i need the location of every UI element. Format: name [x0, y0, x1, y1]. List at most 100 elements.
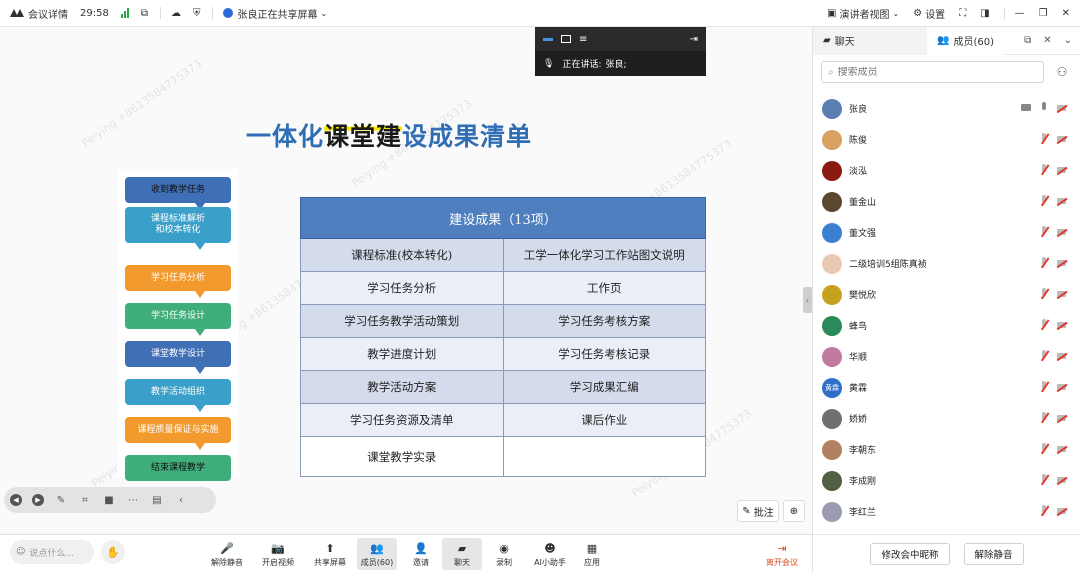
sidebar-toggle-icon[interactable]: ◨ [980, 8, 989, 19]
member-row[interactable]: 李红兰 [813, 496, 1080, 527]
member-row[interactable]: 蜂鸟 [813, 310, 1080, 341]
avatar [822, 129, 842, 150]
quick-chat-input[interactable]: ☺ 说点什么... [10, 540, 94, 564]
settings-label: 设置 [925, 10, 946, 21]
previous-icon[interactable]: ◀ [10, 494, 22, 506]
camera-off-icon [1057, 133, 1067, 145]
mic-off-icon [1039, 319, 1049, 331]
member-row[interactable]: 董文强 [813, 217, 1080, 248]
annotate-button[interactable]: ✎ 批注 [737, 500, 779, 522]
member-row[interactable]: 张良 [813, 93, 1080, 124]
tab-members[interactable]: 👥 成员(60) [927, 26, 1004, 55]
meeting-info[interactable]: 会议详情 [10, 6, 68, 21]
meeting-toolbar: ☺ 说点什么... ✋ 🎤 解除静音 📷 开启视频 ⬆ 共享屏幕 👥 成员(60) 👤 邀请 ▰ 聊天… [0, 534, 812, 572]
toolbar-label: 录制 [496, 558, 512, 567]
member-row[interactable]: 樊悦欣 [813, 279, 1080, 310]
toolbar-record-button[interactable]: ◉ 录制 [484, 538, 524, 570]
window-icon[interactable] [561, 35, 571, 43]
list-icon[interactable]: ≡ [579, 34, 587, 45]
panel-footer: 修改会中昵称 解除静音 [813, 534, 1080, 572]
member-row[interactable]: 李成刚 [813, 465, 1080, 496]
member-name: 蜂鸟 [849, 322, 868, 332]
toolbar-label: 应用 [584, 558, 600, 567]
raise-hand-button[interactable]: ✋ [101, 540, 125, 564]
restore-icon[interactable]: ❐ [1039, 8, 1048, 19]
member-row[interactable]: 娇娇 [813, 403, 1080, 434]
member-status [1039, 257, 1067, 269]
chat-icon: ▰ [457, 541, 467, 555]
settings-button[interactable]: ⚙ 设置 [913, 6, 945, 21]
presenter-view-button[interactable]: ▣ 演讲者视图 ⌄ [827, 6, 899, 21]
network-signal-icon[interactable] [120, 8, 129, 18]
next-icon[interactable]: ▶ [32, 494, 44, 506]
member-row[interactable]: 董金山 [813, 186, 1080, 217]
add-person-icon[interactable]: ⚇ [1053, 63, 1071, 81]
toolbar-leave-button[interactable]: ⇥ 离开会议 [762, 538, 802, 570]
toolbar-apps-button[interactable]: ▦ 应用 [572, 538, 612, 570]
close-icon[interactable]: ✕ [1043, 35, 1051, 46]
external-link-icon[interactable]: ⧉ [141, 8, 148, 19]
zoom-button[interactable]: ⊕ [783, 500, 805, 522]
video-icon[interactable]: ■ [102, 493, 116, 507]
share-screen-icon: ⬆ [325, 541, 335, 555]
speaking-name: 张良; [605, 60, 627, 70]
chevron-down-icon[interactable]: ⌄ [1064, 35, 1072, 46]
mic-icon: 🎙 [543, 58, 555, 69]
more-icon[interactable]: ⋯ [126, 493, 140, 507]
toolbar-chat-button[interactable]: ▰ 聊天 [442, 538, 482, 570]
shield-icon[interactable]: ⛨ [193, 8, 201, 19]
camera-off-icon [1057, 505, 1067, 517]
slide-title: 一体化课堂建设成果清单 [246, 117, 532, 153]
member-row[interactable]: 黄霖 黄霖 [813, 372, 1080, 403]
member-row[interactable]: 二级培训5组陈真祯 [813, 248, 1080, 279]
toolbar-camera-off-button[interactable]: 📷 开启视频 [258, 538, 298, 570]
member-status [1039, 381, 1067, 393]
flow-diagram: 收到教学任务 课程标准解析 和校本转化 学习任务分析 学习任务设计 课堂教学设计 教学活动… [117, 169, 239, 481]
cloud-icon[interactable]: ☁ [171, 8, 181, 19]
screenshot-icon[interactable]: ⌗ [78, 493, 92, 507]
member-status [1039, 319, 1067, 331]
search-icon: ⌕ [828, 66, 834, 78]
pen-icon[interactable]: ✎ [54, 493, 68, 507]
member-status [1039, 505, 1067, 517]
member-row[interactable]: 华顺 [813, 341, 1080, 372]
chevron-left-icon[interactable]: ‹ [174, 493, 188, 507]
member-row[interactable]: 淡泓 [813, 155, 1080, 186]
toolbar-members-button[interactable]: 👥 成员(60) [357, 538, 397, 570]
table-cell: 学习任务考核方案 [502, 304, 706, 338]
table-cell: 教学活动方案 [300, 370, 504, 404]
close-icon[interactable]: ✕ [1062, 8, 1070, 19]
member-name: 李红兰 [849, 508, 877, 518]
member-search-input[interactable] [837, 66, 1018, 78]
minimize-icon[interactable]: — [1015, 8, 1025, 19]
rename-button[interactable]: 修改会中昵称 [870, 542, 950, 565]
popout-icon[interactable]: ⧉ [1024, 35, 1031, 46]
member-status [1039, 195, 1067, 207]
toolbar-share-screen-button[interactable]: ⬆ 共享屏幕 [310, 538, 350, 570]
sharing-status[interactable]: 张良正在共享屏幕 ⌄ [223, 6, 327, 21]
toolbar-invite-button[interactable]: 👤 邀请 [401, 538, 441, 570]
member-search[interactable]: ⌕ [821, 61, 1044, 83]
camera-off-icon [1057, 164, 1067, 176]
speaking-indicator[interactable]: ≡ ⇥ 🎙 正在讲话: 张良; [535, 27, 706, 76]
save-icon[interactable]: ▤ [150, 493, 164, 507]
member-name: 华顺 [849, 353, 868, 363]
member-row[interactable]: 陈俊 [813, 124, 1080, 155]
avatar [822, 346, 842, 367]
invite-icon: 👤 [414, 541, 428, 555]
minimize-bar-icon[interactable] [543, 37, 553, 41]
unmute-all-button[interactable]: 解除静音 [963, 542, 1024, 565]
fullscreen-icon[interactable]: ⛶ [959, 8, 966, 19]
collapse-icon[interactable]: ⇥ [690, 34, 698, 45]
flow-step: 收到教学任务 [125, 177, 231, 210]
toolbar-mic-off-button[interactable]: 🎤 解除静音 [207, 538, 247, 570]
tab-chat[interactable]: ▰ 聊天 [813, 26, 927, 55]
member-status [1039, 350, 1067, 362]
member-status [1039, 474, 1067, 486]
flow-step: 课程质量保证与实施 [125, 417, 231, 450]
toolbar-ai-assistant-button[interactable]: ☻ AI小助手 [528, 538, 572, 570]
panel-collapse-handle[interactable]: ‹ [803, 287, 812, 313]
member-row[interactable]: 李朝东 [813, 434, 1080, 465]
mic-off-icon [1039, 226, 1049, 238]
table-cell: 工作页 [502, 271, 706, 305]
